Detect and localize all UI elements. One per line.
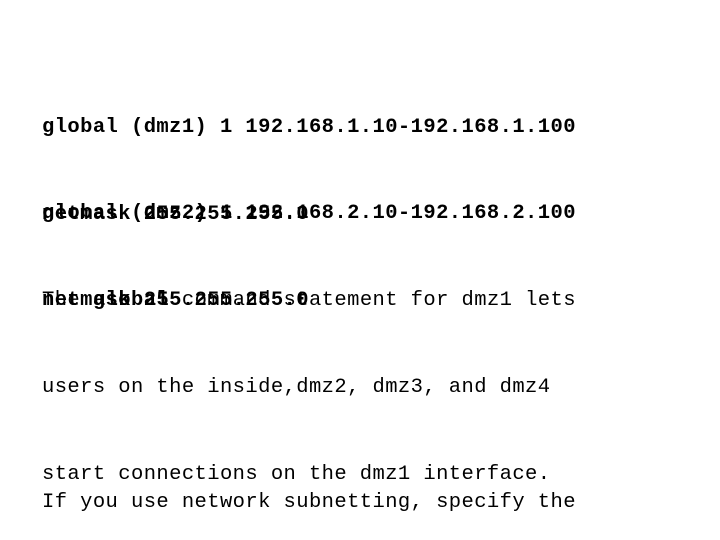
prose-text: The [42, 289, 93, 312]
prose-line: users on the inside,dmz2, dmz3, and dmz4 [42, 376, 551, 399]
keyword-global: global [92, 289, 170, 312]
slide-canvas: global (dmz1) 1 192.168.1.10-192.168.1.1… [0, 0, 720, 540]
explanation-paragraph-netmask: If you use network subnetting, specify t… [42, 430, 576, 540]
prose-line: The global command statement for dmz1 le… [42, 286, 576, 315]
code-line: global (dmz1) 1 192.168.1.10-192.168.1.1… [42, 116, 576, 139]
prose-line: If you use network subnetting, specify t… [42, 491, 576, 514]
code-line: global (dmz2) 1 192.168.2.10-192.168.2.1… [42, 202, 576, 225]
prose-text: command statement for dmz1 lets [169, 289, 576, 312]
